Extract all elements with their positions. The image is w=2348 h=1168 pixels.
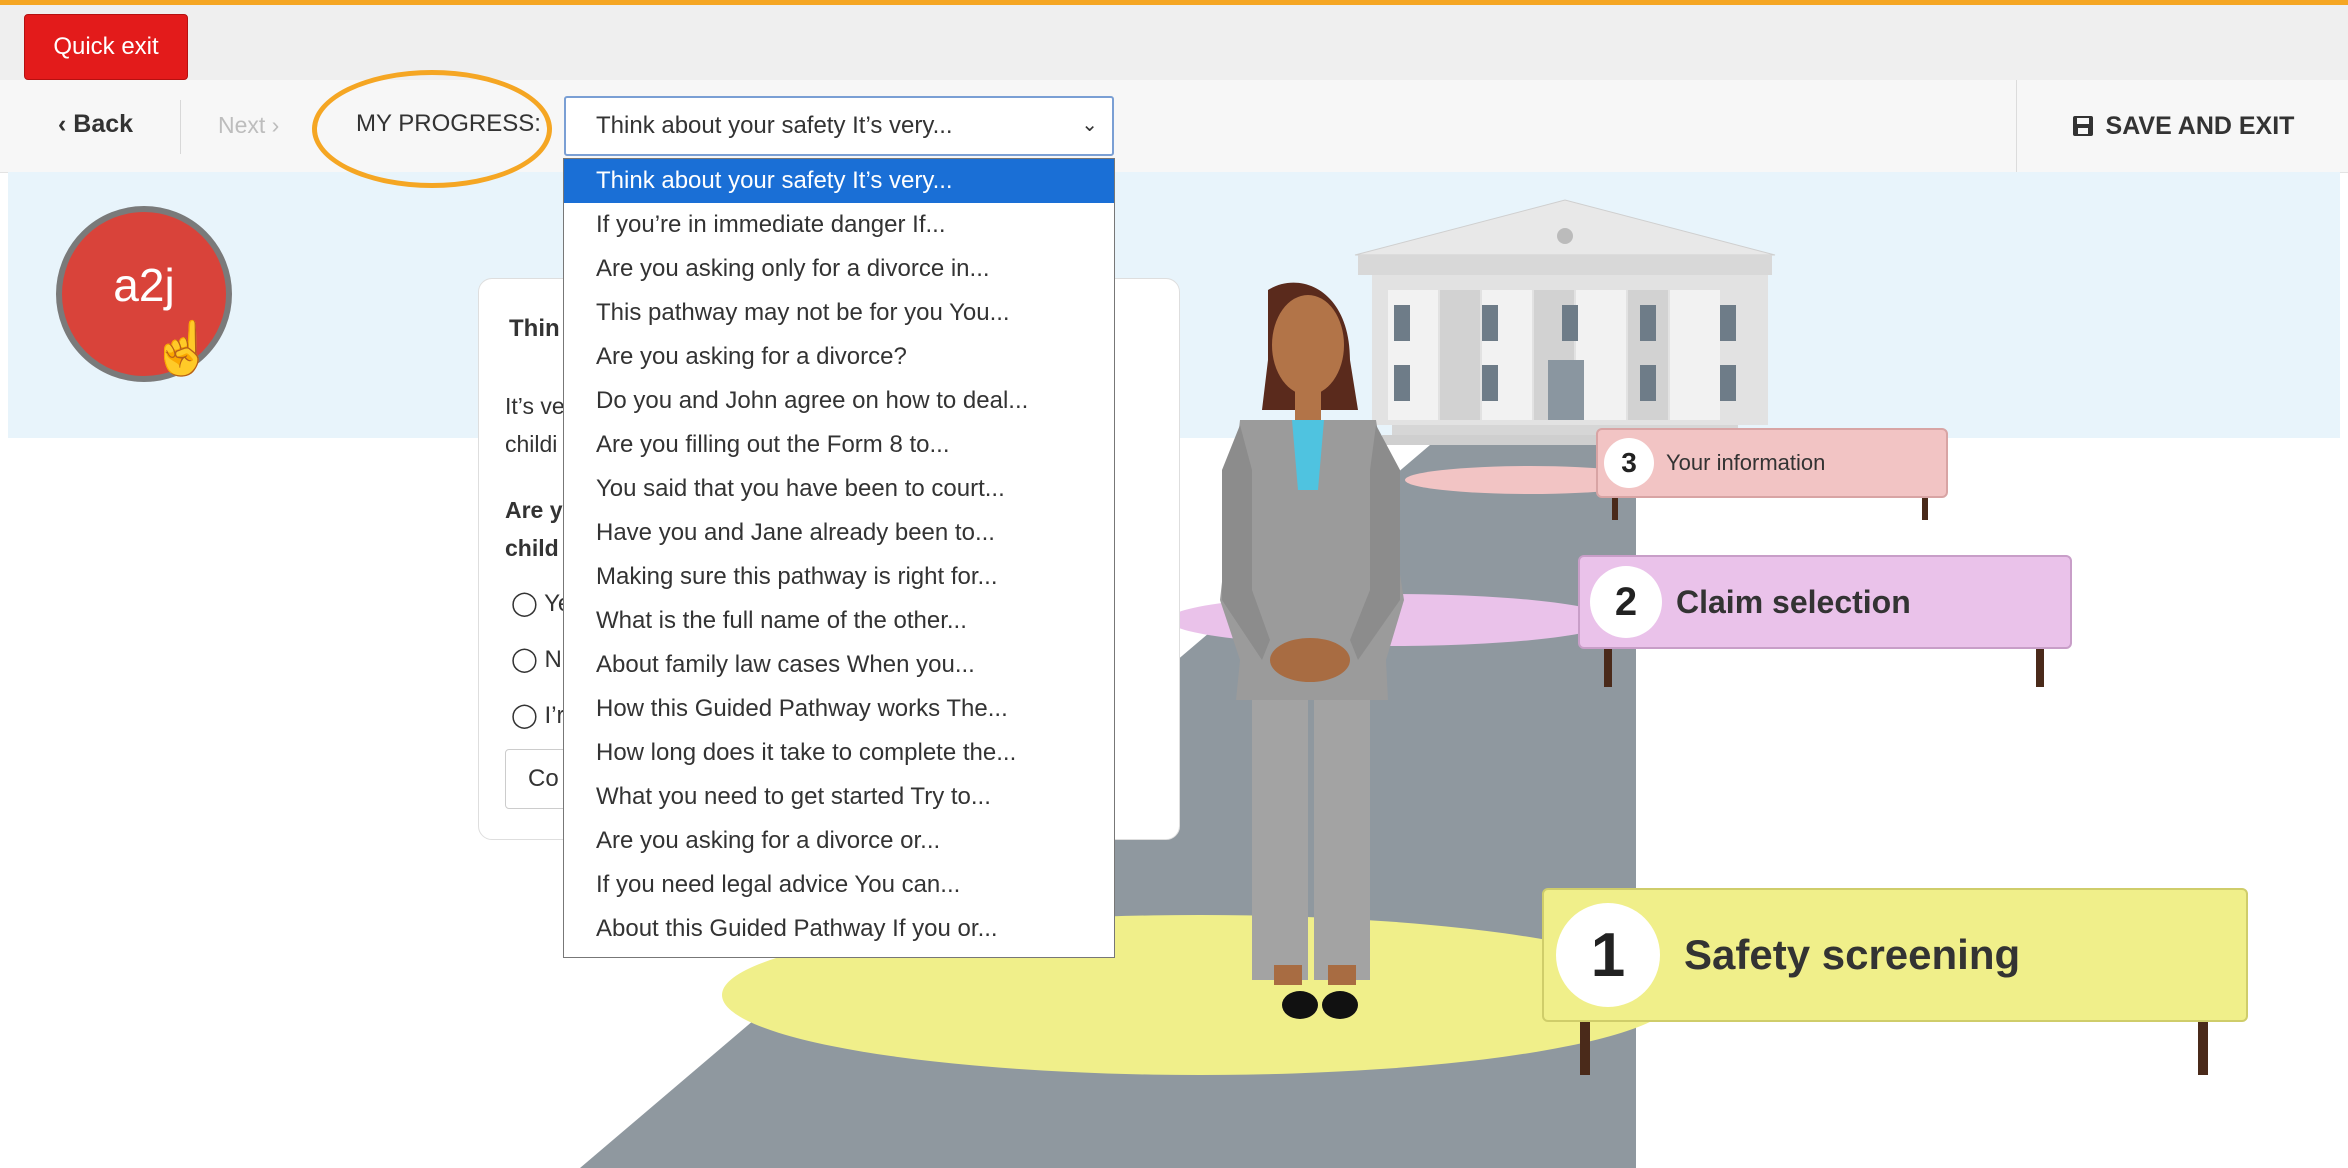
question-title: Thin	[509, 315, 560, 342]
question-description: It’s ve childi	[505, 387, 565, 463]
radio-not-sure-label: I’r	[544, 702, 565, 729]
progress-select[interactable]: Think about your safety It’s very... ⌄	[564, 96, 1114, 156]
courthouse-illustration	[1354, 199, 1776, 445]
dropdown-option[interactable]: Have you and Jane already been to...	[564, 511, 1114, 555]
stage-3-your-information: 3 Your information	[1596, 428, 1948, 498]
dropdown-option[interactable]: Think about your safety It’s very...	[564, 159, 1114, 203]
logo-text: a2j	[113, 259, 175, 311]
radio-no-label: N	[544, 646, 562, 673]
radio-option-no[interactable]: ◯ N	[511, 645, 562, 674]
dropdown-option[interactable]: Making sure this pathway is right for...	[564, 555, 1114, 599]
radio-option-not-sure[interactable]: ◯ I’r	[511, 701, 565, 730]
dropdown-option[interactable]: What is the full name of the other...	[564, 599, 1114, 643]
question-prompt: Are y child	[505, 491, 563, 567]
dropdown-option[interactable]: About this Guided Pathway If you or...	[564, 907, 1114, 951]
dropdown-option[interactable]: Are you filling out the Form 8 to...	[564, 423, 1114, 467]
dropdown-option[interactable]: How this Guided Pathway works The...	[564, 687, 1114, 731]
chevron-down-icon: ⌄	[1081, 114, 1098, 136]
dropdown-option[interactable]: Are you asking only for a divorce in...	[564, 247, 1114, 291]
stage-2-number: 2	[1590, 566, 1662, 638]
progress-select-value: Think about your safety It’s very...	[596, 112, 953, 139]
dropdown-option[interactable]: This pathway may not be for you You...	[564, 291, 1114, 335]
dropdown-option[interactable]: Are you asking for a divorce or...	[564, 819, 1114, 863]
stage-3-number: 3	[1604, 438, 1654, 488]
stage-2-claim-selection: 2 Claim selection	[1578, 555, 2072, 649]
description-line-2: childi	[505, 431, 558, 457]
stage-1-number: 1	[1556, 903, 1660, 1007]
pointing-hand-icon: ☝	[150, 320, 215, 378]
description-line-1: It’s ve	[505, 393, 565, 419]
a2j-logo: a2j ☝	[56, 206, 232, 382]
progress-dropdown-list: Think about your safety It’s very... If …	[563, 158, 1115, 958]
dropdown-option[interactable]: Are you asking for a divorce?	[564, 335, 1114, 379]
prompt-line-1: Are y	[505, 497, 563, 523]
stage-1-safety-screening: 1 Safety screening	[1542, 888, 2248, 1022]
progress-highlight-annotation	[312, 70, 552, 188]
dropdown-option[interactable]: If you’re in immediate danger If...	[564, 203, 1114, 247]
stage-2-label: Claim selection	[1676, 583, 1911, 620]
dropdown-option[interactable]: If you need legal advice You can...	[564, 863, 1114, 907]
dropdown-option[interactable]: What you need to get started Try to...	[564, 775, 1114, 819]
dropdown-option[interactable]: About family law cases When you...	[564, 643, 1114, 687]
dropdown-option[interactable]: You said that you have been to court...	[564, 467, 1114, 511]
dropdown-option[interactable]: Do you and John agree on how to deal...	[564, 379, 1114, 423]
stage-1-label: Safety screening	[1684, 931, 2021, 978]
stage-3-label: Your information	[1666, 450, 1826, 475]
prompt-line-2: child	[505, 535, 559, 561]
dropdown-option[interactable]: How long does it take to complete the...	[564, 731, 1114, 775]
